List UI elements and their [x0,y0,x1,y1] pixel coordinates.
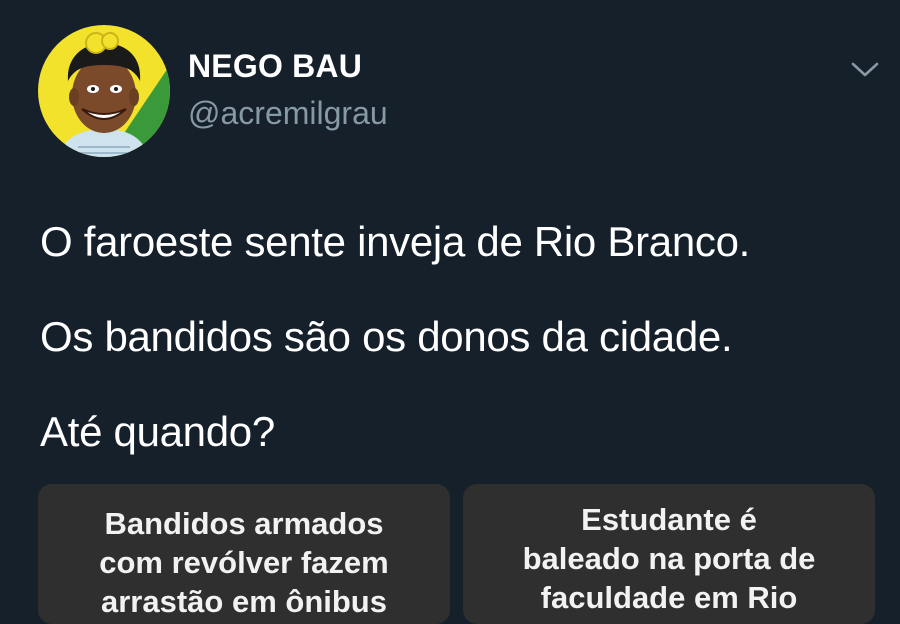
card-headline-line: faculdade em Rio [540,580,798,615]
media-card-right[interactable]: Estudante é baleado na porta de faculdad… [463,484,875,624]
card-headline-line: Bandidos armados [104,506,384,541]
card-headline: Estudante é baleado na porta de faculdad… [463,484,875,617]
cartoon-avatar-icon [38,25,170,157]
card-headline-line: arrastão em ônibus [101,584,387,619]
tweet-text-line: O faroeste sente inveja de Rio Branco. [40,218,751,265]
media-card-left[interactable]: Bandidos armados com revólver fazem arra… [38,484,450,624]
author-avatar[interactable] [38,25,170,157]
tweet-text-line: Até quando? [40,408,275,455]
card-headline-line: baleado na porta de [522,541,816,576]
author-handle[interactable]: @acremilgrau [188,95,388,132]
card-headline-line: com revólver fazem [99,545,389,580]
card-headline-line: Estudante é [581,502,757,537]
tweet-text-line: Os bandidos são os donos da cidade. [40,313,733,360]
chevron-down-icon[interactable] [848,58,882,82]
author-display-name[interactable]: NEGO BAU [188,48,362,85]
card-headline: Bandidos armados com revólver fazem arra… [38,484,450,621]
